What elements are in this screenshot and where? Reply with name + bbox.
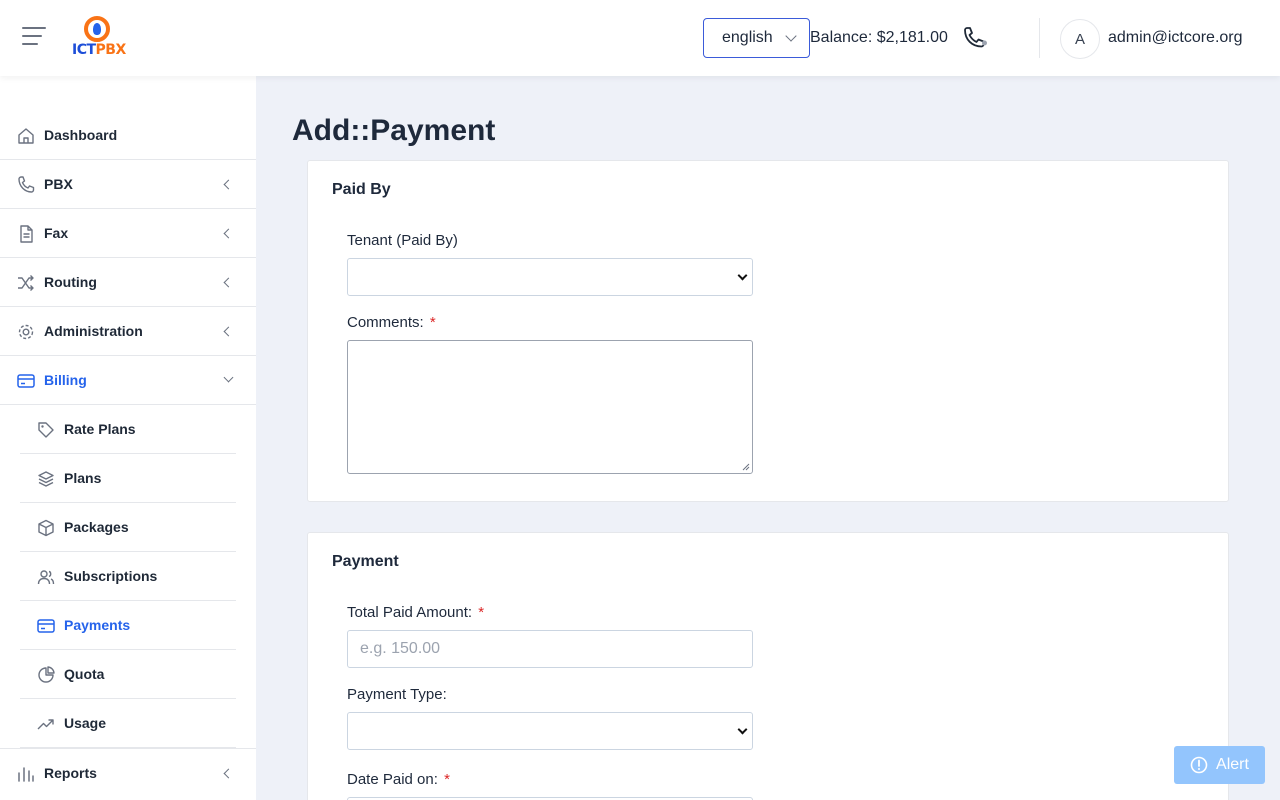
sidebar-item-administration[interactable]: Administration: [0, 307, 256, 356]
phone-icon[interactable]: [961, 27, 989, 51]
menu-toggle-icon[interactable]: [22, 27, 46, 49]
amount-input[interactable]: e.g. 150.00: [347, 630, 753, 668]
user-email[interactable]: admin@ictcore.org: [1108, 29, 1243, 47]
sidebar-subitem-usage[interactable]: Usage: [20, 699, 236, 748]
sidebar-subitem-quota[interactable]: Quota: [20, 650, 236, 699]
bar-chart-icon: [18, 767, 34, 782]
card-title: Payment: [332, 553, 399, 570]
sidebar-item-label: PBX: [44, 176, 73, 192]
chevron-down-icon: [737, 724, 748, 735]
pie-chart-icon: [38, 666, 55, 683]
top-header: ICTPBX english Balance: $2,181.00 A admi…: [0, 0, 1280, 76]
logo[interactable]: ICTPBX: [72, 16, 126, 60]
users-icon: [37, 570, 55, 585]
sidebar-item-fax[interactable]: Fax: [0, 209, 256, 258]
chevron-down-icon: [785, 30, 797, 42]
layers-icon: [38, 471, 54, 487]
document-icon: [20, 225, 33, 243]
language-value: english: [722, 29, 773, 46]
sidebar-item-label: Reports: [44, 765, 97, 781]
sidebar-subitem-subscriptions[interactable]: Subscriptions: [20, 552, 236, 601]
avatar[interactable]: A: [1060, 19, 1100, 59]
chevron-left-icon: [223, 768, 234, 779]
balance-display: Balance: $2,181.00: [810, 29, 948, 46]
amount-label: Total Paid Amount: *: [347, 604, 485, 621]
header-divider: [1039, 18, 1040, 58]
tenant-select[interactable]: [347, 258, 753, 296]
chevron-left-icon: [223, 326, 234, 337]
chevron-left-icon: [223, 277, 234, 288]
tenant-label: Tenant (Paid By): [347, 232, 458, 249]
sidebar-subitem-packages[interactable]: Packages: [20, 503, 236, 552]
date-paid-label: Date Paid on: *: [347, 771, 450, 788]
logo-text: ICTPBX: [72, 42, 126, 58]
sidebar-item-label: Administration: [44, 323, 143, 339]
sidebar-item-label: Payments: [64, 617, 131, 633]
sidebar-item-label: Rate Plans: [64, 421, 136, 437]
required-mark: *: [478, 604, 485, 621]
phone-icon: [18, 176, 35, 193]
tag-icon: [38, 422, 54, 438]
sidebar-item-label: Billing: [44, 372, 87, 388]
sidebar-item-label: Quota: [64, 666, 105, 682]
chevron-left-icon: [223, 179, 234, 190]
logo-mark: [84, 16, 110, 42]
sidebar-item-label: Routing: [44, 274, 97, 290]
card-title: Paid By: [332, 181, 391, 198]
sidebar-item-label: Subscriptions: [64, 568, 158, 584]
sidebar-item-reports[interactable]: Reports: [0, 748, 256, 797]
payment-type-label: Payment Type:: [347, 686, 447, 703]
sidebar-item-pbx[interactable]: PBX: [0, 160, 256, 209]
sidebar-item-label: Dashboard: [44, 127, 118, 143]
home-icon: [18, 128, 34, 144]
payment-type-select[interactable]: [347, 712, 753, 750]
alert-button[interactable]: Alert: [1174, 746, 1265, 784]
box-icon: [38, 519, 54, 537]
gear-icon: [18, 324, 34, 340]
shuffle-icon: [18, 275, 34, 291]
credit-card-icon: [17, 374, 35, 388]
page-title: Add::Payment: [292, 114, 496, 147]
sidebar-subitem-plans[interactable]: Plans: [20, 454, 236, 503]
alert-circle-icon: [1190, 756, 1208, 774]
sidebar-subitem-payments[interactable]: Payments: [20, 601, 236, 650]
required-mark: *: [429, 314, 436, 331]
resize-grip-icon[interactable]: [742, 463, 750, 471]
sidebar-item-routing[interactable]: Routing: [0, 258, 256, 307]
credit-card-icon: [37, 619, 55, 633]
sidebar-item-label: Usage: [64, 715, 107, 731]
chevron-down-icon: [223, 372, 234, 383]
sidebar-item-billing[interactable]: Billing: [0, 356, 256, 405]
alert-label: Alert: [1216, 756, 1249, 773]
sidebar-item-dashboard[interactable]: Dashboard: [0, 111, 256, 160]
paid-by-card: Paid By Tenant (Paid By) Comments: *: [307, 160, 1229, 502]
comments-textarea[interactable]: [347, 340, 753, 474]
sidebar-subitem-rate-plans[interactable]: Rate Plans: [20, 405, 236, 454]
sidebar: Dashboard PBX Fax Routing Administration…: [0, 76, 256, 800]
comments-label: Comments: *: [347, 314, 436, 331]
trending-up-icon: [37, 719, 54, 730]
payment-card: Payment Total Paid Amount: * e.g. 150.00…: [307, 532, 1229, 800]
chevron-down-icon: [737, 270, 748, 281]
sidebar-item-label: Plans: [64, 470, 102, 486]
sidebar-item-label: Packages: [64, 519, 129, 535]
chevron-left-icon: [223, 228, 234, 239]
sidebar-item-label: Fax: [44, 225, 69, 241]
language-select[interactable]: english: [703, 18, 810, 58]
required-mark: *: [444, 771, 450, 788]
